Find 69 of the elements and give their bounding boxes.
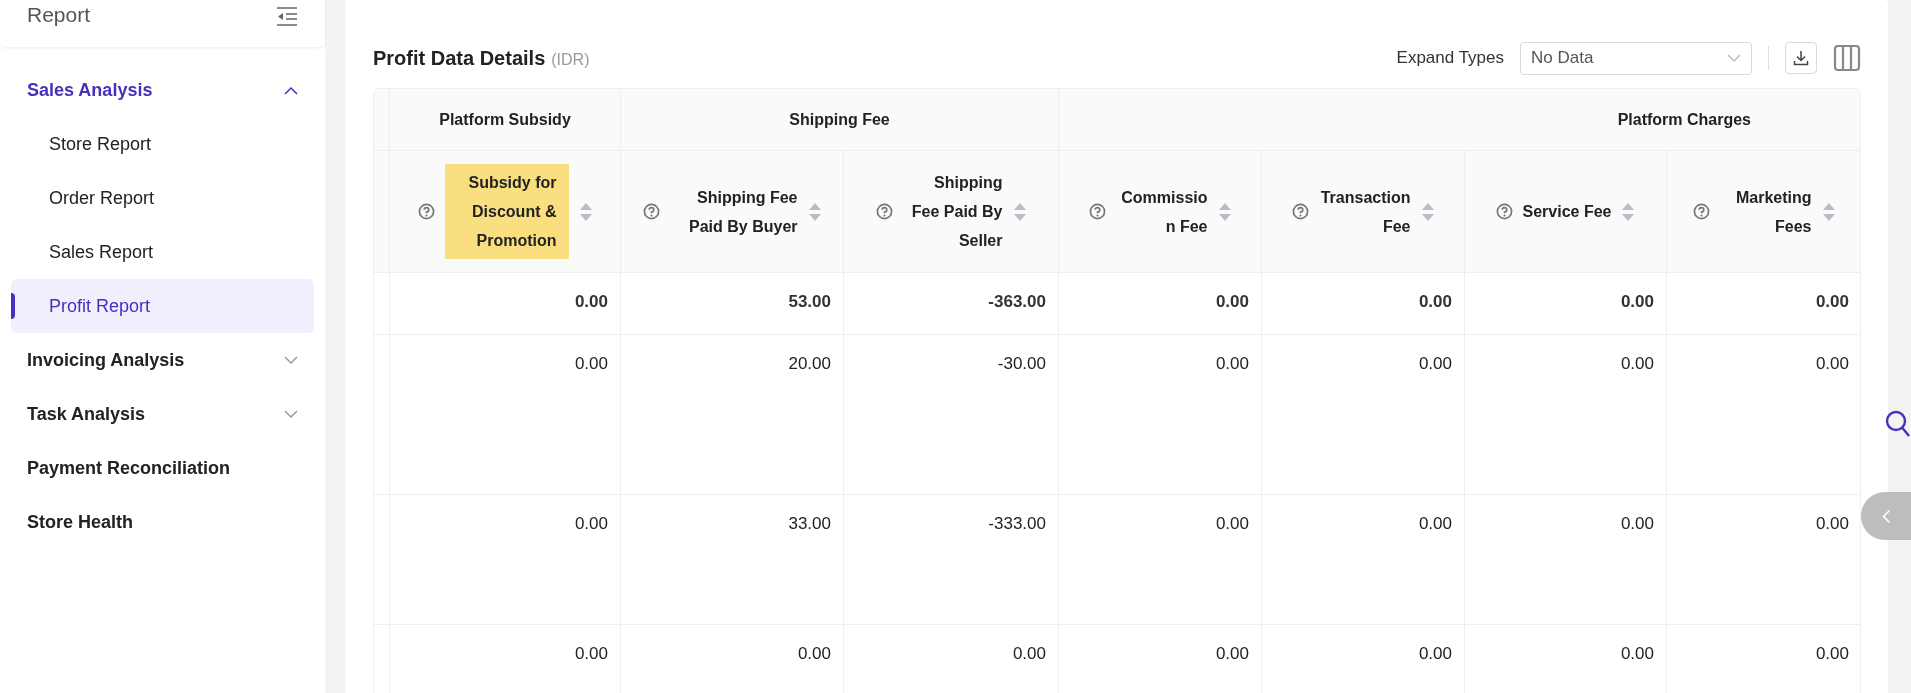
help-icon[interactable] <box>417 203 435 220</box>
table-cell: 0.00 <box>844 625 1059 693</box>
chevron-icon <box>1727 53 1741 63</box>
download-button[interactable] <box>1785 42 1817 74</box>
help-icon[interactable] <box>1692 203 1710 220</box>
column-header[interactable]: Marketing Fees <box>1667 151 1860 272</box>
download-icon <box>1793 50 1809 66</box>
table-cell: 0.00 <box>390 625 621 693</box>
column-group-header: Platform Subsidy <box>390 89 621 150</box>
menu-item[interactable]: Store Report <box>11 117 314 171</box>
section-title: Profit Data Details <box>373 46 546 71</box>
table-cell: 0.00 <box>621 625 844 693</box>
table-cell: 0.00 <box>1667 335 1860 494</box>
expand-types-select[interactable]: No Data <box>1520 41 1752 75</box>
column-header[interactable]: Commission Fee <box>1059 151 1262 272</box>
column-header[interactable]: Shipping Fee Paid By Buyer <box>621 151 844 272</box>
collapse-menu-icon[interactable] <box>276 6 298 26</box>
chevron-icon <box>284 409 298 419</box>
table-cell: 0.00 <box>1667 273 1860 334</box>
table-cell: -363.00 <box>844 273 1059 334</box>
help-icon[interactable] <box>642 203 660 220</box>
table-cell: 0.00 <box>390 273 621 334</box>
column-group-header: Shipping Fee <box>621 89 1059 150</box>
sidebar-title: Report <box>27 2 91 28</box>
table-cell: -30.00 <box>844 335 1059 494</box>
table-cell: 0.00 <box>1667 625 1860 693</box>
menu-item[interactable]: Sales Report <box>11 225 314 279</box>
table-cell: 0.00 <box>1465 625 1667 693</box>
menu-group[interactable]: Store Health <box>0 495 325 549</box>
columns-icon[interactable] <box>1833 44 1861 72</box>
menu-item[interactable]: Order Report <box>11 171 314 225</box>
column-header[interactable]: Transaction Fee <box>1262 151 1465 272</box>
column-header[interactable]: Subsidy for Discount & Promotion <box>390 151 621 272</box>
selection-bar <box>11 293 15 319</box>
table-cell: 53.00 <box>621 273 844 334</box>
table-cell: 0.00 <box>1465 273 1667 334</box>
help-icon[interactable] <box>875 203 893 220</box>
table-cell: 33.00 <box>621 495 844 624</box>
expand-types-label: Expand Types <box>1396 47 1504 70</box>
menu-group[interactable]: Invoicing Analysis <box>0 333 325 387</box>
column-header[interactable]: Shipping Fee Paid By Seller <box>844 151 1059 272</box>
table-cell: 0.00 <box>1465 335 1667 494</box>
menu-group[interactable]: Task Analysis <box>0 387 325 441</box>
table-cell: 20.00 <box>621 335 844 494</box>
table-cell: 0.00 <box>1262 335 1465 494</box>
chevron-icon <box>284 85 298 95</box>
menu-group[interactable]: Payment Reconciliation <box>0 441 325 495</box>
currency-unit: (IDR) <box>551 50 590 70</box>
help-icon[interactable] <box>1495 203 1513 220</box>
table-cell: 0.00 <box>390 495 621 624</box>
search-icon[interactable] <box>1885 410 1911 438</box>
table-cell: 0.00 <box>1059 335 1262 494</box>
table-cell: -333.00 <box>844 495 1059 624</box>
help-icon[interactable] <box>1291 203 1309 220</box>
table-cell: 0.00 <box>1262 495 1465 624</box>
table-cell: 0.00 <box>1465 495 1667 624</box>
chevron-icon <box>284 355 298 365</box>
menu-item[interactable]: Profit Report <box>11 279 314 333</box>
help-icon[interactable] <box>1088 203 1106 220</box>
menu-group[interactable]: Sales Analysis <box>0 63 325 117</box>
table-cell: 0.00 <box>1262 625 1465 693</box>
chevron-icon <box>1881 509 1891 523</box>
column-group-header: Platform Charges <box>1059 89 1860 150</box>
table-cell: 0.00 <box>1059 625 1262 693</box>
table-cell: 0.00 <box>1059 273 1262 334</box>
table-cell: 0.00 <box>1059 495 1262 624</box>
table-cell: 0.00 <box>390 335 621 494</box>
table-cell: 0.00 <box>1262 273 1465 334</box>
column-header[interactable]: Service Fee <box>1465 151 1667 272</box>
